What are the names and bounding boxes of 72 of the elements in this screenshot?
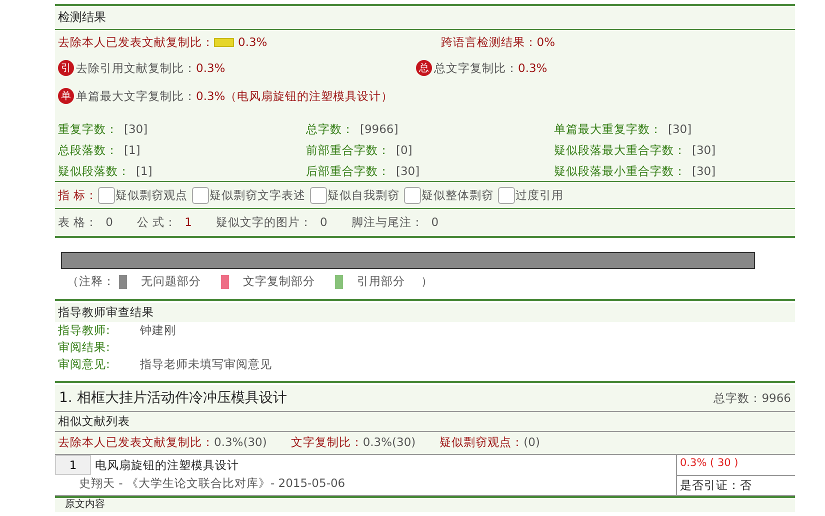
ratio-value: (0)	[524, 435, 540, 451]
indicator-checkbox[interactable]: 疑似自我剽窃	[310, 186, 400, 204]
stat-label: 前部重合字数：	[306, 142, 390, 158]
ratio-label: 疑似剽窃观点：	[440, 435, 524, 451]
stat-value: [1]	[124, 143, 140, 157]
stat-label: 疑似段落最大重合字数：	[554, 142, 686, 158]
badge-icon: 总	[416, 60, 432, 76]
ratio-value: 0.3%	[518, 61, 548, 75]
indicator-checkbox[interactable]: 疑似整体剽窃	[404, 186, 494, 204]
review-label: 审阅意见:	[58, 357, 111, 372]
count-label: 脚注与尾注：	[351, 215, 424, 230]
entry-ratio: 0.3% ( 30 )	[677, 455, 795, 476]
stat-value: [30]	[692, 143, 716, 157]
review-value: 指导老师未填写审阅意见	[140, 357, 272, 372]
ratio-label: 去除引用文献复制比：	[76, 60, 196, 76]
ratio-label: 总文字复制比：	[434, 60, 518, 76]
source-text: 史翔天 - 《大学生论文联合比对库》- 2015-05-06	[78, 475, 346, 492]
citation-status: 是否引证：否	[679, 477, 753, 494]
document-title: 1. 相框大挂片活动件冷冲压模具设计	[59, 389, 287, 407]
stat-label: 后部重合字数：	[306, 164, 390, 178]
badge-icon: 单	[58, 88, 74, 104]
ratio-value: 0.3%(30)	[214, 435, 267, 451]
stat-label: 疑似段落最小重合字数：	[554, 164, 686, 178]
review-label: 审阅结果:	[58, 340, 111, 355]
index-cell: 1	[55, 455, 91, 475]
stat-value: [1]	[136, 164, 152, 178]
ratio-value: 0.3%（电风扇旋钮的注塑模具设计）	[196, 88, 394, 104]
stat-label: 单篇最大重复字数：	[554, 122, 662, 136]
review-value: 钟建刚	[140, 323, 176, 338]
stat-label: 总字数：	[306, 122, 354, 136]
indicator-checkbox[interactable]: 疑似剽窃观点	[98, 186, 188, 204]
section-header: 指导教师审查结果	[55, 303, 795, 322]
stat-label: 总段落数：	[58, 142, 118, 158]
ratio-label: 文字复制比：	[290, 435, 363, 451]
ratio-label: 单篇最大文字复制比：	[76, 88, 196, 104]
ratio-value: 0.3%(30)	[362, 435, 416, 451]
cross-language-label: 跨语言检测结果：0%	[440, 34, 555, 50]
legend-label: 引用部分	[357, 274, 405, 289]
stat-value: [30]	[124, 122, 148, 136]
stat-value: [0]	[396, 143, 412, 157]
total-count: 总字数：9966	[714, 390, 791, 406]
count-label: 公 式：	[136, 215, 177, 230]
list-title: 相似文献列表	[55, 412, 795, 432]
ratio-value: 0.3%	[238, 35, 268, 49]
count-value: 0	[320, 215, 328, 230]
count-value: 1	[184, 215, 192, 230]
document-link[interactable]: 电风扇旋钮的注塑模具设计	[91, 458, 239, 472]
indicator-checkbox[interactable]: 过度引用	[498, 186, 564, 204]
count-label: 疑似文字的图片：	[216, 215, 312, 230]
review-label: 指导教师:	[58, 323, 111, 338]
count-label: 表 格：	[58, 215, 98, 230]
stat-value: [9966]	[360, 122, 398, 136]
legend-label: 文字复制部分	[243, 274, 315, 289]
stat-label: 疑似段落数：	[58, 164, 130, 178]
meter-icon	[214, 38, 234, 46]
ratio-label: 去除本人已发表文献复制比：	[58, 435, 214, 451]
indicator-checkbox[interactable]: 疑似剽窃文字表述	[192, 186, 306, 204]
stat-value: [30]	[668, 122, 692, 136]
section-header: 检测结果	[55, 6, 795, 30]
count-value: 0	[106, 215, 113, 230]
stat-label: 重复字数：	[58, 122, 118, 136]
count-value: 0	[431, 215, 439, 230]
legend-text: ）	[421, 274, 433, 289]
ratio-label: 去除本人已发表文献复制比：	[58, 34, 214, 50]
legend-label: 无问题部分	[141, 274, 201, 289]
indicator-label: 指 标：	[58, 188, 98, 202]
legend-text: （注释：	[67, 274, 115, 289]
stat-value: [30]	[692, 164, 716, 178]
ratio-value: 0.3%	[196, 61, 226, 75]
stat-value: [30]	[396, 164, 420, 178]
badge-icon: 引	[58, 60, 74, 76]
section-header: 原文内容	[55, 496, 795, 512]
